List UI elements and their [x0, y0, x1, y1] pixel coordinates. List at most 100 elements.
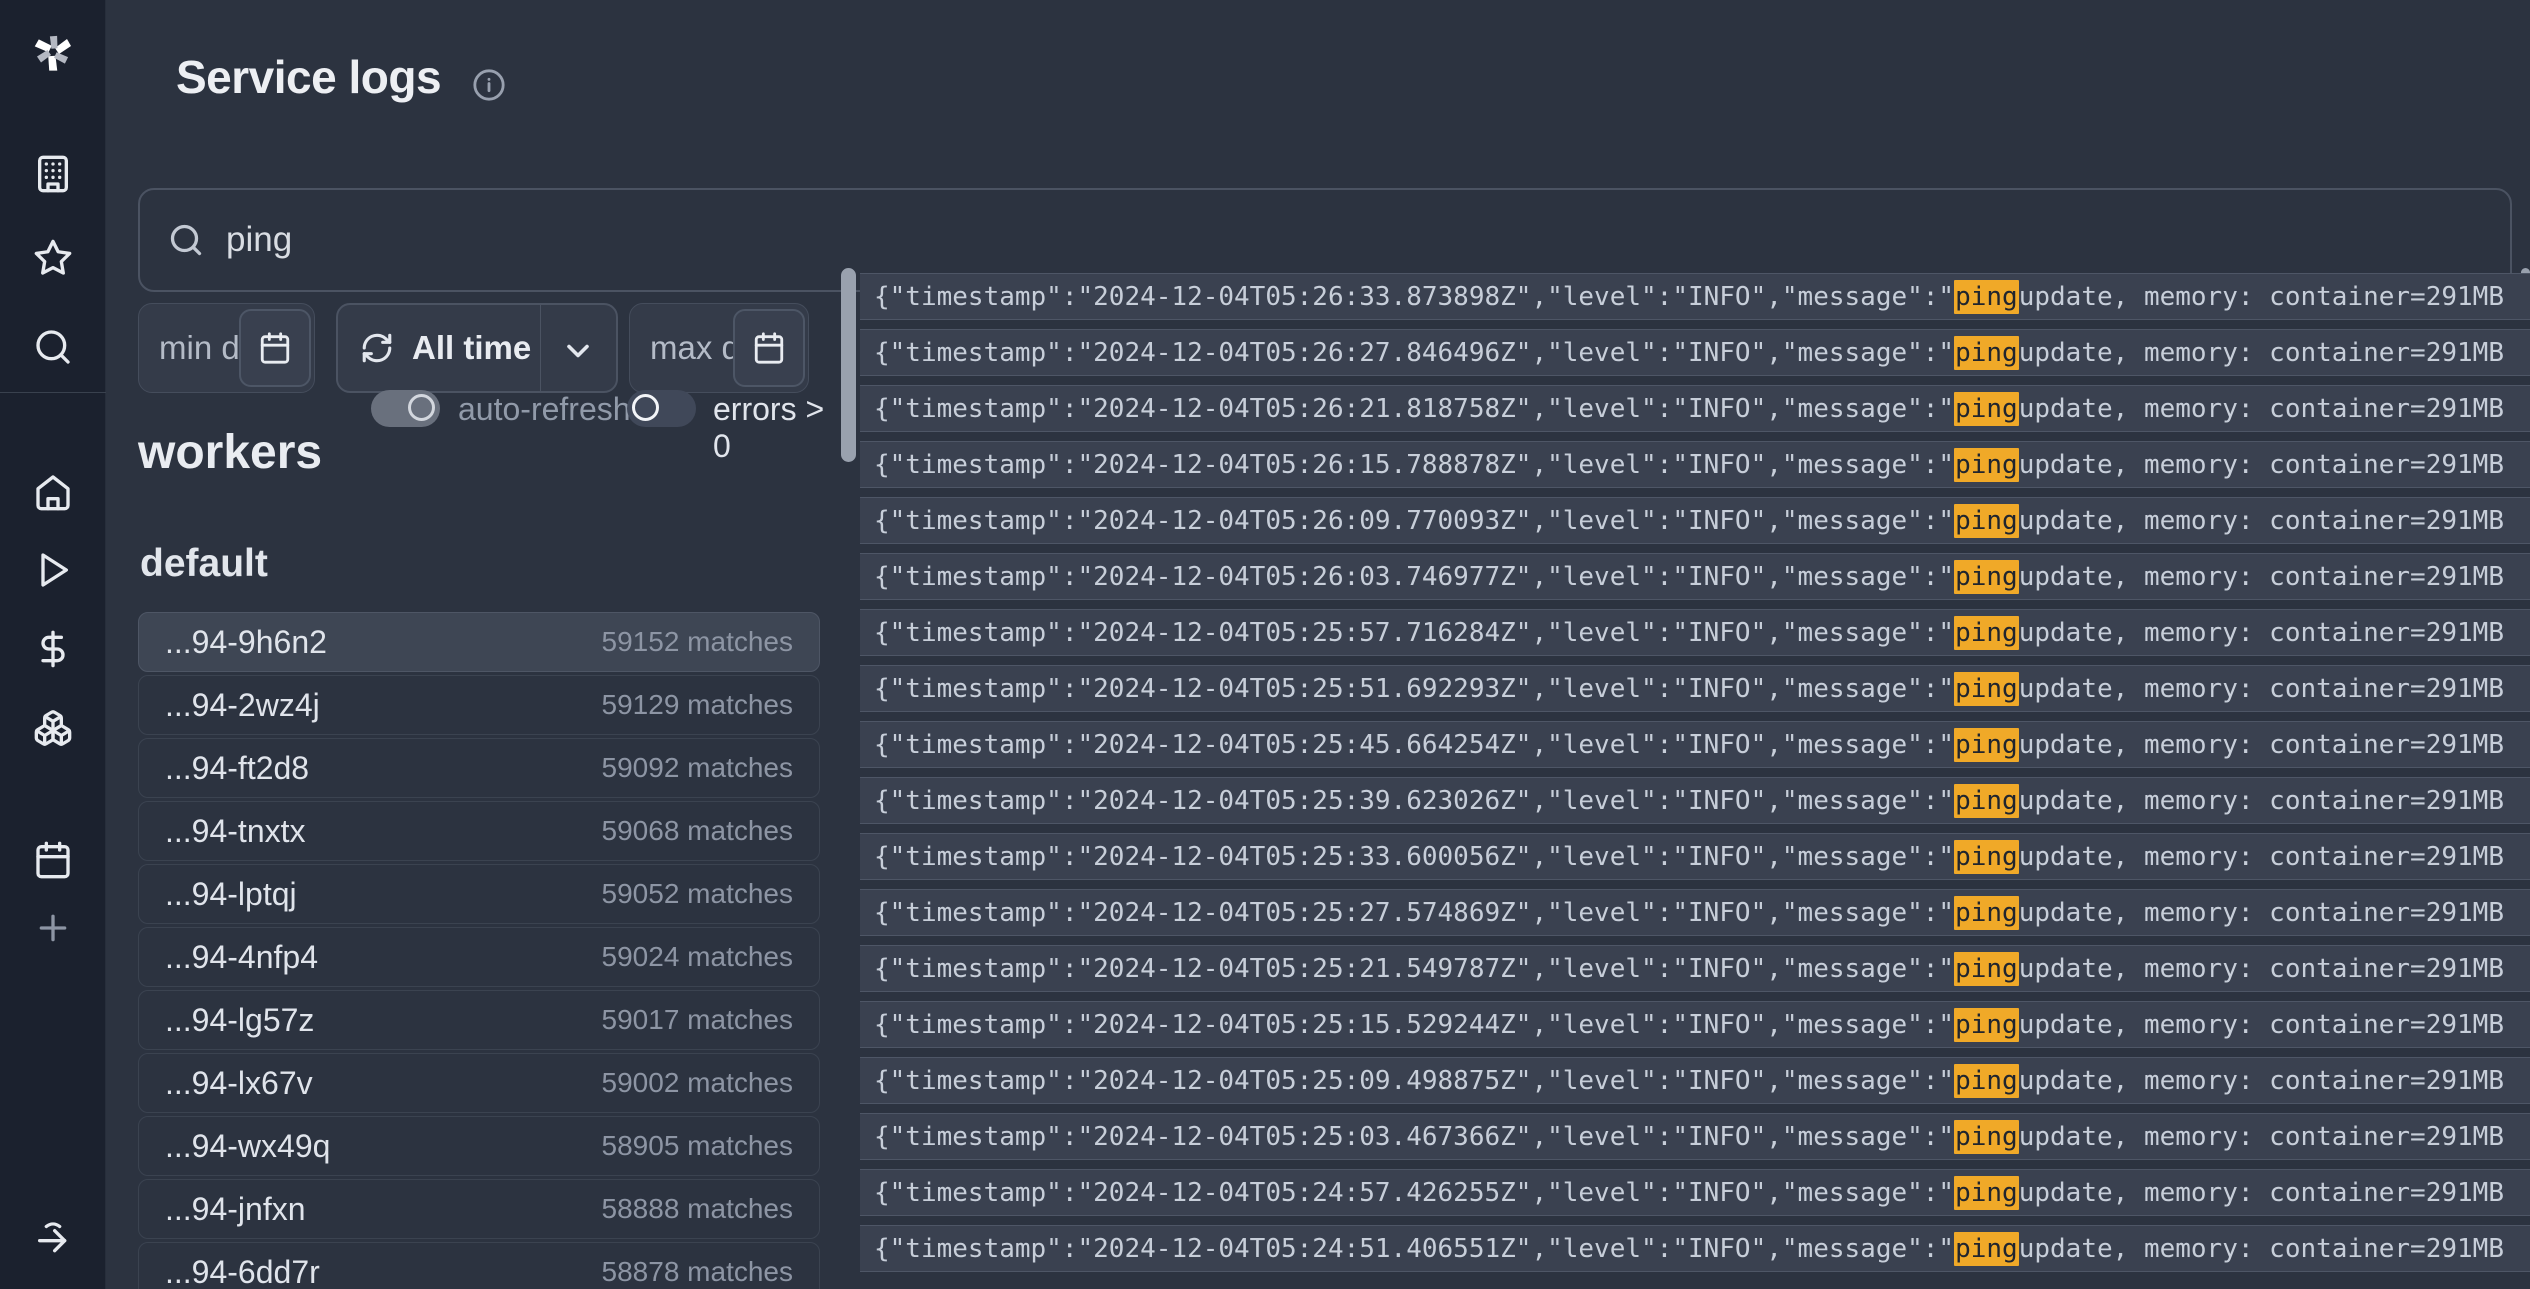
worker-name: ...94-lx67v — [165, 1065, 313, 1102]
calendar-icon — [258, 331, 292, 365]
log-text-after: update, memory: container=291MB — [2019, 842, 2504, 872]
play-icon[interactable] — [33, 550, 73, 590]
worker-row[interactable]: ...94-4nfp4 59024 matches — [138, 927, 820, 987]
page-title: Service logs — [176, 50, 441, 104]
worker-name: ...94-4nfp4 — [165, 939, 318, 976]
errors-label: errors > 0 — [713, 391, 838, 465]
log-line[interactable]: {"timestamp":"2024-12-04T05:26:21.818758… — [860, 385, 2530, 432]
max-date-calendar-button[interactable] — [733, 309, 805, 387]
worker-list: ...94-9h6n2 59152 matches ...94-2wz4j 59… — [138, 612, 820, 1289]
worker-row[interactable]: ...94-lx67v 59002 matches — [138, 1053, 820, 1113]
log-panel: {"timestamp":"2024-12-04T05:26:33.873898… — [860, 273, 2530, 1281]
info-icon[interactable] — [472, 68, 506, 102]
calendar-icon[interactable] — [33, 840, 73, 880]
time-range-button[interactable]: All time — [336, 303, 618, 393]
building-icon[interactable] — [33, 154, 73, 194]
worker-row[interactable]: ...94-wx49q 58905 matches — [138, 1116, 820, 1176]
chevron-down-icon[interactable] — [560, 333, 596, 369]
log-line[interactable]: {"timestamp":"2024-12-04T05:25:21.549787… — [860, 945, 2530, 992]
log-text-before: {"timestamp":"2024-12-04T05:24:51.406551… — [874, 1234, 1954, 1264]
log-text-before: {"timestamp":"2024-12-04T05:26:03.746977… — [874, 562, 1954, 592]
search-icon[interactable] — [33, 327, 73, 367]
log-text-before: {"timestamp":"2024-12-04T05:26:09.770093… — [874, 506, 1954, 536]
log-line[interactable]: {"timestamp":"2024-12-04T05:25:09.498875… — [860, 1057, 2530, 1104]
log-line[interactable]: {"timestamp":"2024-12-04T05:25:45.664254… — [860, 721, 2530, 768]
worker-row[interactable]: ...94-tnxtx 59068 matches — [138, 801, 820, 861]
plus-icon[interactable] — [33, 908, 73, 948]
log-line[interactable]: {"timestamp":"2024-12-04T05:25:15.529244… — [860, 1001, 2530, 1048]
search-highlight: ping — [1954, 728, 2019, 762]
log-line[interactable]: {"timestamp":"2024-12-04T05:25:57.716284… — [860, 609, 2530, 656]
max-date-input[interactable]: max date — [629, 303, 809, 393]
search-highlight: ping — [1954, 280, 2019, 314]
worker-match-count: 58878 matches — [602, 1256, 793, 1288]
log-text-after: update, memory: container=291MB — [2019, 394, 2504, 424]
log-text-before: {"timestamp":"2024-12-04T05:25:15.529244… — [874, 1010, 1954, 1040]
errors-toggle[interactable] — [627, 390, 696, 427]
worker-row[interactable]: ...94-2wz4j 59129 matches — [138, 675, 820, 735]
search-input[interactable] — [226, 220, 2482, 260]
search-highlight: ping — [1954, 1008, 2019, 1042]
dollar-icon[interactable] — [33, 629, 73, 669]
worker-row[interactable]: ...94-9h6n2 59152 matches — [138, 612, 820, 672]
windmill-logo-icon[interactable] — [29, 28, 77, 76]
search-highlight: ping — [1954, 616, 2019, 650]
log-text-after: update, memory: container=291MB — [2019, 674, 2504, 704]
log-line[interactable]: {"timestamp":"2024-12-04T05:26:15.788878… — [860, 441, 2530, 488]
search-highlight: ping — [1954, 448, 2019, 482]
log-text-after: update, memory: container=291MB — [2019, 506, 2504, 536]
log-line[interactable]: {"timestamp":"2024-12-04T05:24:57.426255… — [860, 1169, 2530, 1216]
log-text-after: update, memory: container=291MB — [2019, 282, 2504, 312]
auto-refresh-toggle[interactable] — [371, 390, 440, 427]
log-text-after: update, memory: container=291MB — [2019, 786, 2504, 816]
log-line[interactable]: {"timestamp":"2024-12-04T05:25:27.574869… — [860, 889, 2530, 936]
log-line[interactable]: {"timestamp":"2024-12-04T05:26:27.846496… — [860, 329, 2530, 376]
search-highlight: ping — [1954, 840, 2019, 874]
log-text-after: update, memory: container=291MB — [2019, 562, 2504, 592]
search-highlight: ping — [1954, 672, 2019, 706]
time-range-label: All time — [412, 329, 531, 367]
log-line[interactable]: {"timestamp":"2024-12-04T05:25:03.467366… — [860, 1113, 2530, 1160]
log-line[interactable]: {"timestamp":"2024-12-04T05:26:09.770093… — [860, 497, 2530, 544]
worker-row[interactable]: ...94-6dd7r 58878 matches — [138, 1242, 820, 1289]
min-date-calendar-button[interactable] — [239, 309, 311, 387]
worker-match-count: 59024 matches — [602, 941, 793, 973]
worker-match-count: 59002 matches — [602, 1067, 793, 1099]
toggle-row: auto-refresh errors > 0 — [0, 390, 838, 430]
log-line[interactable]: {"timestamp":"2024-12-04T05:26:33.873898… — [860, 273, 2530, 320]
button-divider — [540, 305, 541, 391]
worker-match-count: 59052 matches — [602, 878, 793, 910]
worker-row[interactable]: ...94-ft2d8 59092 matches — [138, 738, 820, 798]
home-icon[interactable] — [33, 472, 73, 512]
min-date-input[interactable]: min date — [138, 303, 315, 393]
search-highlight: ping — [1954, 560, 2019, 594]
worker-name: ...94-jnfxn — [165, 1191, 306, 1228]
log-text-after: update, memory: container=291MB — [2019, 898, 2504, 928]
log-text-before: {"timestamp":"2024-12-04T05:26:33.873898… — [874, 282, 1954, 312]
search-highlight: ping — [1954, 1176, 2019, 1210]
log-text-after: update, memory: container=291MB — [2019, 1122, 2504, 1152]
expand-sidebar-icon[interactable] — [33, 1219, 73, 1259]
log-line[interactable]: {"timestamp":"2024-12-04T05:25:39.623026… — [860, 777, 2530, 824]
workers-scrollbar[interactable] — [841, 268, 856, 462]
worker-row[interactable]: ...94-lptqj 59052 matches — [138, 864, 820, 924]
log-line[interactable]: {"timestamp":"2024-12-04T05:25:33.600056… — [860, 833, 2530, 880]
log-text-after: update, memory: container=291MB — [2019, 1234, 2504, 1264]
log-line[interactable]: {"timestamp":"2024-12-04T05:24:51.406551… — [860, 1225, 2530, 1272]
refresh-icon — [360, 331, 394, 365]
log-line[interactable]: {"timestamp":"2024-12-04T05:25:51.692293… — [860, 665, 2530, 712]
log-line[interactable]: {"timestamp":"2024-12-04T05:26:03.746977… — [860, 553, 2530, 600]
worker-row[interactable]: ...94-jnfxn 58888 matches — [138, 1179, 820, 1239]
log-text-before: {"timestamp":"2024-12-04T05:25:45.664254… — [874, 730, 1954, 760]
worker-name: ...94-9h6n2 — [165, 624, 327, 661]
workers-heading: workers — [138, 425, 322, 480]
worker-match-count: 58905 matches — [602, 1130, 793, 1162]
worker-match-count: 58888 matches — [602, 1193, 793, 1225]
log-text-after: update, memory: container=291MB — [2019, 1010, 2504, 1040]
star-icon[interactable] — [33, 238, 73, 278]
search-highlight: ping — [1954, 784, 2019, 818]
search-highlight: ping — [1954, 336, 2019, 370]
log-text-before: {"timestamp":"2024-12-04T05:25:09.498875… — [874, 1066, 1954, 1096]
worker-row[interactable]: ...94-lg57z 59017 matches — [138, 990, 820, 1050]
boxes-icon[interactable] — [33, 708, 73, 748]
